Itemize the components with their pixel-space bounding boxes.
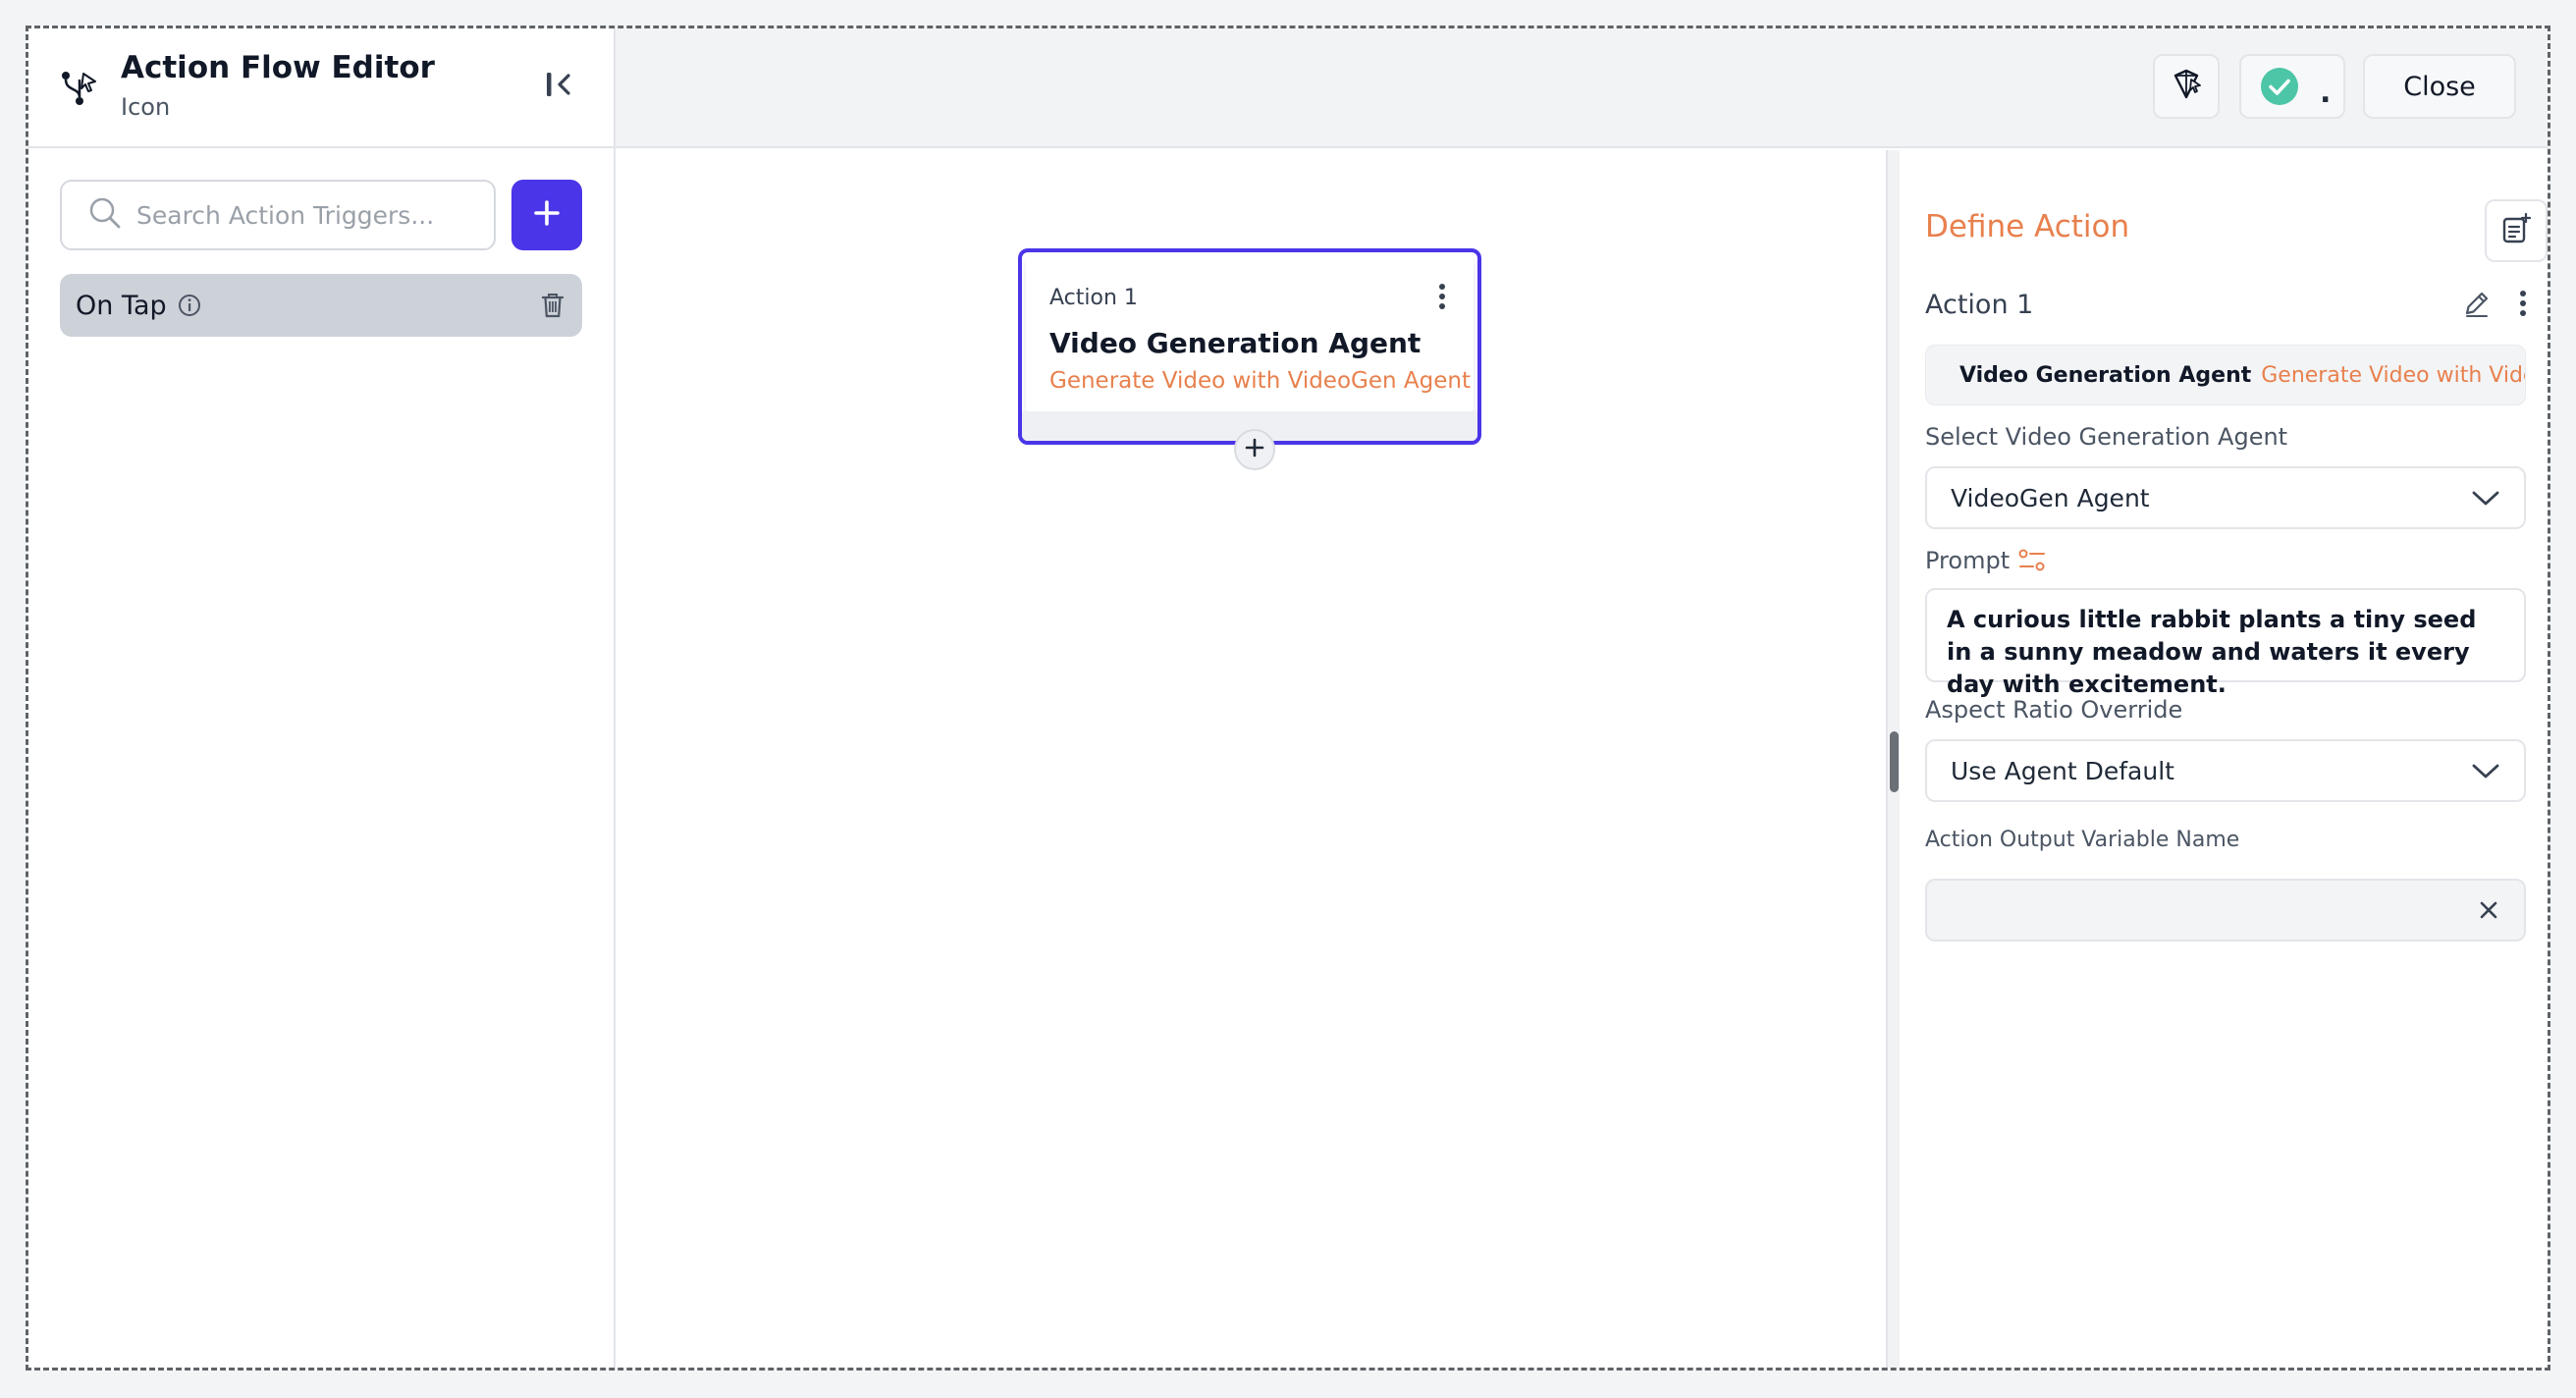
prompt-textarea[interactable]: A curious little rabbit plants a tiny se… [1925,588,2526,698]
canvas-toolbar: . Close [616,28,2548,148]
panel-title: Define Action [1925,209,2130,244]
status-dot: . [2320,76,2332,110]
output-variable-label: Action Output Variable Name [1925,828,2240,852]
variable-settings-icon[interactable] [2017,547,2047,574]
documentation-button[interactable] [2485,199,2548,262]
clear-icon[interactable] [2477,898,2500,922]
add-trigger-button[interactable] [511,180,582,250]
aspect-ratio-value: Use Agent Default [1951,756,2174,785]
document-add-icon [2499,212,2533,249]
delete-trigger-icon[interactable] [539,291,566,320]
plus-icon [531,197,563,233]
action-node-card[interactable]: Action 1 Video Generation Agent Generate… [1018,248,1481,470]
prompt-label-row: Prompt [1925,547,2047,574]
define-action-panel: Define Action Action 1 Video Generation … [1886,150,2548,1368]
diamond-cursor-icon [2168,66,2205,107]
action-node-menu-button[interactable] [1428,284,1456,313]
select-agent-label: Select Video Generation Agent [1925,423,2288,451]
more-options-icon[interactable] [2518,288,2528,319]
chevron-down-icon [2471,761,2500,780]
action-node-label: Action 1 [1049,286,1138,310]
close-button[interactable]: Close [2363,54,2516,119]
trigger-item-on-tap[interactable]: On Tap [60,274,582,337]
aspect-ratio-label: Aspect Ratio Override [1925,696,2183,724]
search-triggers-field[interactable] [60,180,496,250]
collapse-panel-button[interactable] [541,68,578,105]
flow-canvas[interactable]: Action 1 Video Generation Agent Generate… [616,150,1886,1368]
add-next-action-button[interactable] [1234,429,1275,470]
action-node-subtitle: Generate Video with VideoGen Agent [1049,368,1471,394]
collapse-left-icon [543,68,576,105]
select-agent-dropdown[interactable]: VideoGen Agent [1925,466,2526,529]
prompt-label: Prompt [1925,547,2011,574]
page-subtitle: Icon [121,93,171,121]
ai-assist-button[interactable] [2153,54,2220,119]
page-title: Action Flow Editor [121,50,435,85]
select-agent-value: VideoGen Agent [1951,483,2150,512]
left-panel: Action Flow Editor Icon Search Action Tr… [28,28,616,1368]
plus-icon [1244,437,1265,462]
search-triggers-input[interactable] [136,200,470,230]
action-name: Action 1 [1925,290,2034,320]
search-icon [87,195,123,235]
info-icon[interactable] [177,293,202,318]
action-flow-editor-window: Action Flow Editor Icon Search Action Tr… [26,26,2550,1371]
flow-branch-icon [58,66,101,109]
action-node-body: Action 1 Video Generation Agent Generate… [1026,256,1474,413]
action-summary-chip: Video Generation Agent Generate Video wi… [1925,345,2526,405]
check-circle-icon [2260,67,2299,106]
chevron-down-icon [2471,488,2500,508]
validation-status-button[interactable]: . [2239,54,2345,119]
vertical-dots-icon [1438,283,1446,314]
trigger-label: On Tap [76,290,167,321]
output-variable-field[interactable] [1925,879,2526,941]
summary-agent: Video Generation Agent [1959,362,2252,388]
resize-handle[interactable] [1890,731,1899,792]
edit-pencil-icon[interactable] [2461,288,2493,319]
action-node-title: Video Generation Agent [1049,327,1422,359]
output-variable-input[interactable] [1951,896,2461,924]
summary-description: Generate Video with VideoGen Agent [2261,362,2525,388]
panel-divider [1886,150,1900,1368]
editor-header: Action Flow Editor Icon [28,28,614,148]
aspect-ratio-dropdown[interactable]: Use Agent Default [1925,739,2526,802]
